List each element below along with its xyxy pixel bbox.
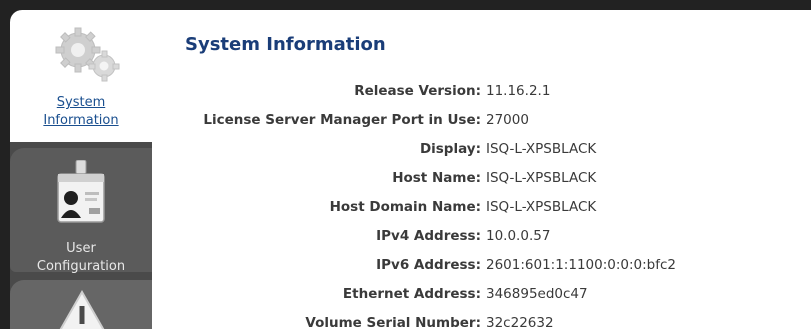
info-value: ISQ-L-XPSBLACK: [486, 141, 597, 157]
info-row-ipv4-address: IPv4 Address: 10.0.0.57: [185, 224, 805, 248]
info-row-volume-serial-number: Volume Serial Number: 32c22632: [185, 311, 805, 329]
info-row-release-version: Release Version: 11.16.2.1: [185, 79, 805, 103]
info-label: IPv6 Address:: [376, 257, 481, 273]
info-row-host-name: Host Name: ISQ-L-XPSBLACK: [185, 166, 805, 190]
tab-label-line2: Configuration: [36, 259, 126, 274]
info-value: 11.16.2.1: [486, 83, 551, 99]
main-content: System Information Release Version: 11.1…: [185, 10, 811, 329]
info-value: 32c22632: [486, 315, 554, 329]
info-row-host-domain-name: Host Domain Name: ISQ-L-XPSBLACK: [185, 195, 805, 219]
tab-label-user-configuration: User Configuration: [10, 240, 152, 276]
info-value: 27000: [486, 112, 529, 128]
info-row-ethernet-address: Ethernet Address: 346895ed0c47: [185, 282, 805, 306]
info-label: Host Name:: [392, 170, 481, 186]
sidebar: System Information User Configuration: [10, 10, 160, 329]
app-frame: System Information User Configuration Sy…: [10, 10, 811, 329]
info-label: Volume Serial Number:: [305, 315, 481, 329]
tab-label-line1: User: [66, 241, 96, 256]
info-row-display: Display: ISQ-L-XPSBLACK: [185, 137, 805, 161]
id-badge-icon: [54, 159, 108, 230]
info-row-license-port: License Server Manager Port in Use: 2700…: [185, 108, 805, 132]
info-label: Host Domain Name:: [329, 199, 481, 215]
tab-system-information[interactable]: System Information: [10, 10, 160, 142]
info-value: 2601:601:1:1100:0:0:0:bfc2: [486, 257, 677, 273]
info-value: ISQ-L-XPSBLACK: [486, 170, 597, 186]
info-label: Release Version:: [354, 83, 481, 99]
info-row-ipv6-address: IPv6 Address: 2601:601:1:1100:0:0:0:bfc2: [185, 253, 805, 277]
info-label: Ethernet Address:: [342, 286, 481, 302]
warning-icon: [56, 289, 108, 329]
tab-label-system-information: System Information: [10, 94, 152, 130]
info-label: License Server Manager Port in Use:: [203, 112, 481, 128]
info-label: Display:: [419, 141, 481, 157]
tab-user-configuration[interactable]: User Configuration: [10, 148, 152, 274]
info-value: 346895ed0c47: [486, 286, 588, 302]
page-title: System Information: [185, 34, 386, 55]
tab-label-line1: System: [56, 95, 106, 110]
tab-label-line2: Information: [43, 113, 119, 128]
tab-warning[interactable]: [10, 280, 152, 329]
info-label: IPv4 Address:: [376, 228, 481, 244]
info-value: 10.0.0.57: [486, 228, 551, 244]
info-value: ISQ-L-XPSBLACK: [486, 199, 597, 215]
gears-icon: [48, 22, 124, 90]
